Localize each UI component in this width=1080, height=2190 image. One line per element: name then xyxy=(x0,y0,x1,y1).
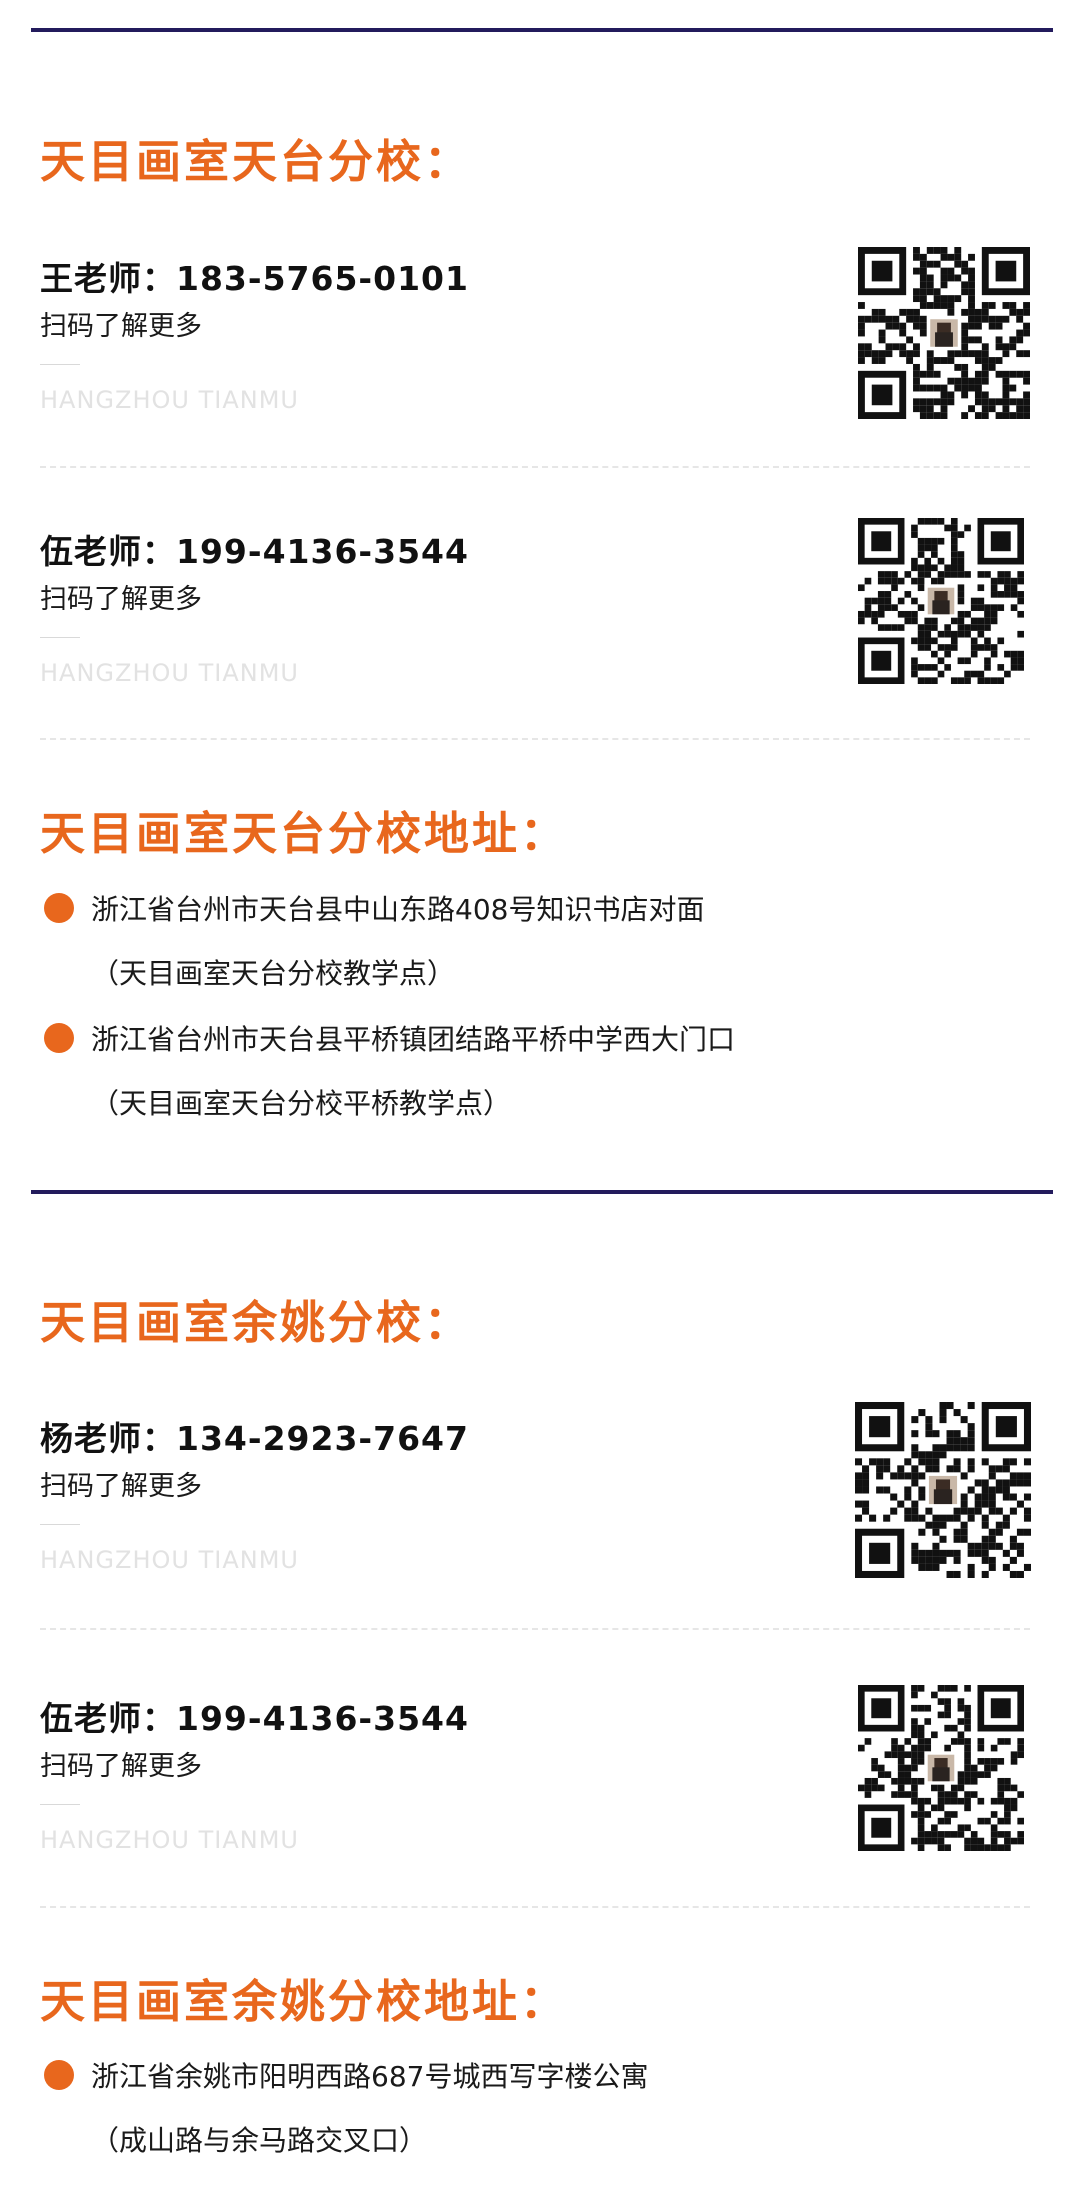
qr-code-icon[interactable] xyxy=(858,247,1030,419)
contact-name-phone[interactable]: 王老师：183-5765-0101 xyxy=(40,252,469,300)
qr-code-icon[interactable] xyxy=(858,518,1024,684)
brand-watermark: HANGZHOU TIANMU xyxy=(40,1826,299,1854)
address-line: 浙江省台州市天台县中山东路408号知识书店对面 xyxy=(91,893,705,926)
section-title: 天目画室余姚分校： xyxy=(40,1296,473,1349)
bullet-dot-icon xyxy=(44,1023,74,1053)
section-divider xyxy=(31,1190,1053,1194)
contact-name-phone[interactable]: 伍老师：199-4136-3544 xyxy=(40,525,469,573)
address-line: 浙江省台州市天台县平桥镇团结路平桥中学西大门口 xyxy=(91,1023,736,1056)
bullet-dot-icon xyxy=(44,2060,74,2090)
brand-watermark: HANGZHOU TIANMU xyxy=(40,386,299,414)
qr-code-icon[interactable] xyxy=(858,1685,1024,1851)
section-divider xyxy=(31,28,1053,32)
qr-code-icon[interactable] xyxy=(855,1402,1031,1578)
section-title: 天目画室天台分校： xyxy=(40,135,473,188)
brand-watermark: HANGZHOU TIANMU xyxy=(40,659,299,687)
decor-line xyxy=(40,1804,80,1805)
dotted-separator xyxy=(40,738,1030,740)
address-note: （天目画室天台分校平桥教学点） xyxy=(91,1087,512,1120)
decor-line xyxy=(40,1524,80,1525)
dotted-separator xyxy=(40,1628,1030,1630)
address-line: 浙江省余姚市阳明西路687号城西写字楼公寓 xyxy=(91,2060,649,2093)
address-title: 天目画室余姚分校地址： xyxy=(40,1975,569,2028)
scan-hint: 扫码了解更多 xyxy=(40,1751,202,1782)
scan-hint: 扫码了解更多 xyxy=(40,311,202,342)
dotted-separator xyxy=(40,466,1030,468)
brand-watermark: HANGZHOU TIANMU xyxy=(40,1546,299,1574)
address-note: （成山路与余马路交叉口） xyxy=(91,2124,428,2157)
contact-name-phone[interactable]: 伍老师：199-4136-3544 xyxy=(40,1692,469,1740)
contact-name-phone[interactable]: 杨老师：134-2923-7647 xyxy=(40,1412,469,1460)
address-note: （天目画室天台分校教学点） xyxy=(91,957,456,990)
scan-hint: 扫码了解更多 xyxy=(40,1471,202,1502)
bullet-dot-icon xyxy=(44,893,74,923)
address-title: 天目画室天台分校地址： xyxy=(40,807,569,860)
decor-line xyxy=(40,364,80,365)
scan-hint: 扫码了解更多 xyxy=(40,584,202,615)
decor-line xyxy=(40,637,80,638)
dotted-separator xyxy=(40,1906,1030,1908)
